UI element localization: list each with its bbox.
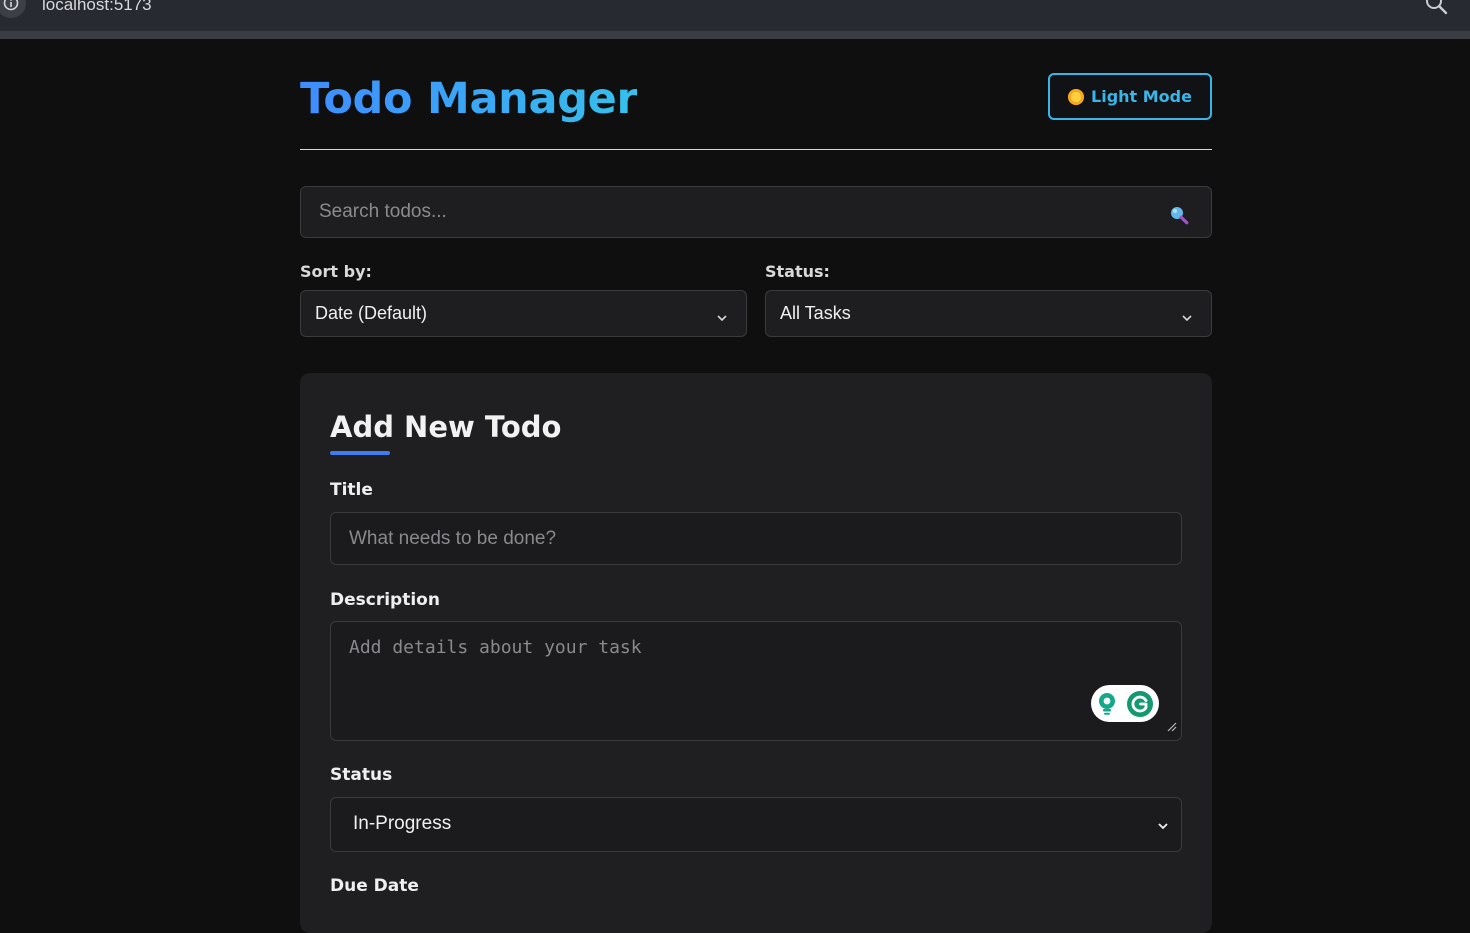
sort-select-value: Date (Default): [315, 303, 428, 323]
due-date-label: Due Date: [330, 876, 419, 896]
browser-url[interactable]: localhost:5173: [42, 0, 152, 15]
description-label: Description: [330, 590, 440, 610]
app-header: Todo Manager Light Mode: [300, 39, 1212, 150]
status-label: Status: [330, 765, 393, 785]
info-icon[interactable]: [0, 0, 26, 18]
grammarly-icon: [1127, 690, 1153, 717]
chevron-down-icon: [716, 308, 728, 329]
search-input[interactable]: [301, 187, 1211, 237]
form-title: Add New Todo: [330, 410, 562, 444]
chevron-down-icon: [1181, 308, 1193, 329]
title-input[interactable]: [331, 513, 1181, 564]
status-select-value: In-Progress: [353, 813, 452, 834]
sun-icon: [1068, 88, 1085, 105]
chevron-down-icon: [1157, 819, 1169, 837]
search-icon[interactable]: [1424, 0, 1448, 20]
add-todo-form: Add New Todo Title Description: [300, 373, 1212, 933]
status-filter-label: Status:: [765, 262, 830, 281]
magnifier-icon: [1169, 205, 1189, 230]
todo-app: Todo Manager Light Mode Sort by: Date (D…: [300, 39, 1212, 933]
title-label: Title: [330, 480, 373, 500]
description-textarea[interactable]: [331, 622, 1181, 740]
light-mode-button[interactable]: Light Mode: [1048, 73, 1212, 120]
title-underline: [330, 451, 390, 455]
status-filter-value: All Tasks: [780, 303, 851, 323]
status-filter-select[interactable]: All Tasks: [765, 290, 1212, 337]
bulb-icon: [1099, 692, 1115, 715]
grammarly-widget[interactable]: [1091, 685, 1159, 722]
browser-address-bar: localhost:5173: [0, 0, 1470, 39]
title-field[interactable]: [330, 512, 1182, 565]
page-title: Todo Manager: [300, 74, 638, 124]
light-mode-label: Light Mode: [1091, 87, 1192, 106]
search-field[interactable]: [300, 186, 1212, 238]
resize-handle[interactable]: [1167, 719, 1177, 737]
description-field[interactable]: [330, 621, 1182, 741]
status-select[interactable]: In-Progress: [330, 797, 1182, 852]
sort-label: Sort by:: [300, 262, 372, 281]
sort-select[interactable]: Date (Default): [300, 290, 747, 337]
